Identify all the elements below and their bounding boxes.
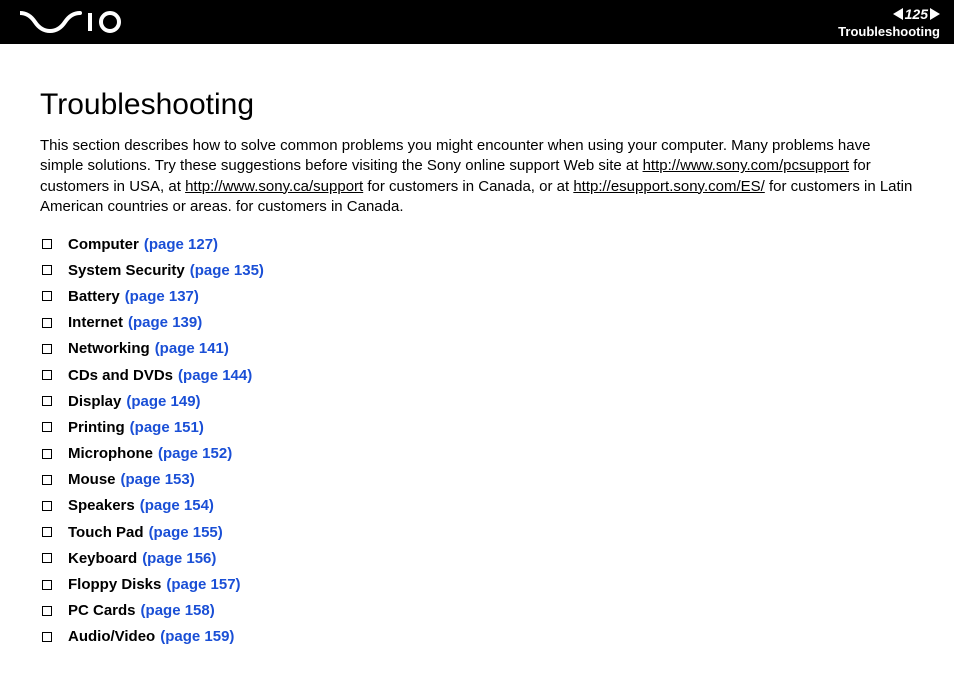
- support-link-latam[interactable]: http://esupport.sony.com/ES/: [573, 178, 764, 195]
- toc-item: Display (page 149): [42, 388, 914, 414]
- square-bullet-icon: [42, 475, 52, 485]
- toc-page-link[interactable]: (page 157): [166, 576, 240, 593]
- square-bullet-icon: [42, 291, 52, 301]
- intro-text-3: for customers in Canada, or at: [363, 178, 573, 195]
- toc-label: Display: [68, 393, 121, 410]
- toc-label: Computer: [68, 236, 139, 253]
- toc-label: CDs and DVDs: [68, 367, 173, 384]
- square-bullet-icon: [42, 449, 52, 459]
- toc-item: Printing (page 151): [42, 414, 914, 440]
- intro-paragraph: This section describes how to solve comm…: [40, 136, 914, 217]
- toc-item: Audio/Video (page 159): [42, 624, 914, 650]
- header-right: 125 Troubleshooting: [838, 6, 940, 39]
- prev-page-arrow-icon[interactable]: [893, 8, 903, 20]
- toc-item: Microphone (page 152): [42, 441, 914, 467]
- vaio-logo-svg: [20, 11, 130, 33]
- square-bullet-icon: [42, 422, 52, 432]
- support-link-usa[interactable]: http://www.sony.com/pcsupport: [643, 157, 849, 174]
- toc-page-link[interactable]: (page 158): [141, 602, 215, 619]
- toc-label: Audio/Video: [68, 628, 155, 645]
- header-section-label: Troubleshooting: [838, 24, 940, 39]
- toc-item: Speakers (page 154): [42, 493, 914, 519]
- toc-label: Keyboard: [68, 550, 137, 567]
- square-bullet-icon: [42, 527, 52, 537]
- toc-item: CDs and DVDs (page 144): [42, 362, 914, 388]
- toc-item: Battery (page 137): [42, 283, 914, 309]
- toc-page-link[interactable]: (page 149): [126, 393, 200, 410]
- toc-item: Touch Pad (page 155): [42, 519, 914, 545]
- toc-label: Internet: [68, 314, 123, 331]
- square-bullet-icon: [42, 632, 52, 642]
- square-bullet-icon: [42, 501, 52, 511]
- toc-page-link[interactable]: (page 155): [149, 524, 223, 541]
- square-bullet-icon: [42, 344, 52, 354]
- toc-page-link[interactable]: (page 159): [160, 628, 234, 645]
- toc-item: PC Cards (page 158): [42, 598, 914, 624]
- toc-label: System Security: [68, 262, 185, 279]
- toc-page-link[interactable]: (page 154): [140, 497, 214, 514]
- next-page-arrow-icon[interactable]: [930, 8, 940, 20]
- toc-page-link[interactable]: (page 141): [155, 340, 229, 357]
- square-bullet-icon: [42, 553, 52, 563]
- toc-label: Networking: [68, 340, 150, 357]
- square-bullet-icon: [42, 580, 52, 590]
- square-bullet-icon: [42, 606, 52, 616]
- toc-item: Networking (page 141): [42, 336, 914, 362]
- toc-page-link[interactable]: (page 153): [121, 471, 195, 488]
- toc-page-link[interactable]: (page 139): [128, 314, 202, 331]
- toc-page-link[interactable]: (page 135): [190, 262, 264, 279]
- square-bullet-icon: [42, 318, 52, 328]
- square-bullet-icon: [42, 239, 52, 249]
- page-nav: 125: [838, 6, 940, 22]
- page-title: Troubleshooting: [40, 88, 914, 122]
- toc-page-link[interactable]: (page 127): [144, 236, 218, 253]
- toc-item: Internet (page 139): [42, 310, 914, 336]
- square-bullet-icon: [42, 370, 52, 380]
- toc-item: Computer (page 127): [42, 231, 914, 257]
- toc-list: Computer (page 127) System Security (page 1…: [40, 231, 914, 650]
- toc-label: Touch Pad: [68, 524, 144, 541]
- square-bullet-icon: [42, 265, 52, 275]
- toc-item: System Security (page 135): [42, 257, 914, 283]
- toc-item: Keyboard (page 156): [42, 545, 914, 571]
- toc-label: Printing: [68, 419, 125, 436]
- square-bullet-icon: [42, 396, 52, 406]
- toc-label: Mouse: [68, 471, 116, 488]
- toc-page-link[interactable]: (page 156): [142, 550, 216, 567]
- page-number: 125: [905, 6, 928, 22]
- toc-item: Floppy Disks (page 157): [42, 571, 914, 597]
- toc-label: Battery: [68, 288, 120, 305]
- toc-page-link[interactable]: (page 137): [125, 288, 199, 305]
- toc-item: Mouse (page 153): [42, 467, 914, 493]
- header-bar: 125 Troubleshooting: [0, 0, 954, 44]
- toc-label: PC Cards: [68, 602, 136, 619]
- content-area: Troubleshooting This section describes h…: [0, 44, 954, 670]
- support-link-canada[interactable]: http://www.sony.ca/support: [185, 178, 363, 195]
- toc-label: Floppy Disks: [68, 576, 161, 593]
- toc-label: Speakers: [68, 497, 135, 514]
- toc-page-link[interactable]: (page 144): [178, 367, 252, 384]
- toc-page-link[interactable]: (page 151): [130, 419, 204, 436]
- toc-label: Microphone: [68, 445, 153, 462]
- vaio-logo: [20, 11, 130, 33]
- toc-page-link[interactable]: (page 152): [158, 445, 232, 462]
